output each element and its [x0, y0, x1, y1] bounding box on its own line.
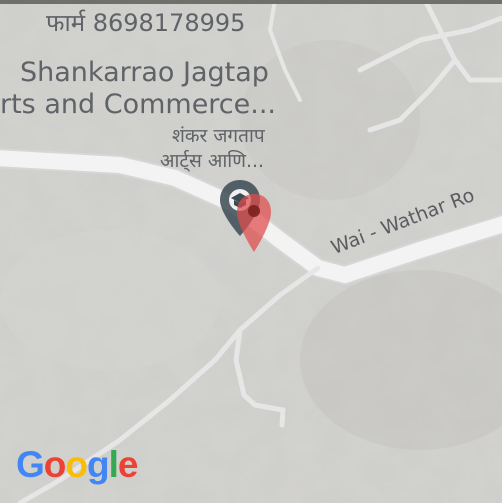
- place-phone-label[interactable]: फार्म 8698178995: [46, 6, 245, 39]
- logo-letter-e: e: [117, 444, 139, 485]
- logo-letter-o2: o: [65, 444, 88, 485]
- logo-letter-g2: g: [87, 444, 110, 485]
- place-name-line1[interactable]: Shankarrao Jagtap: [20, 57, 269, 88]
- google-logo: Google: [16, 444, 139, 486]
- logo-letter-o1: o: [43, 444, 67, 485]
- map-view[interactable]: फार्म 8698178995 Shankarrao Jagtap rts a…: [0, 0, 502, 503]
- place-name-line2[interactable]: rts and Commerce...: [0, 89, 276, 120]
- top-edge-bar: [0, 0, 502, 4]
- place-name-marathi-line2[interactable]: आर्ट्स आणि...: [160, 147, 264, 173]
- map-marker-icon[interactable]: [234, 192, 274, 256]
- place-name-marathi-line1[interactable]: शंकर जगताप: [172, 122, 265, 148]
- minor-road: [422, 0, 502, 83]
- logo-letter-g: G: [16, 444, 45, 485]
- logo-letter-l: l: [108, 444, 119, 485]
